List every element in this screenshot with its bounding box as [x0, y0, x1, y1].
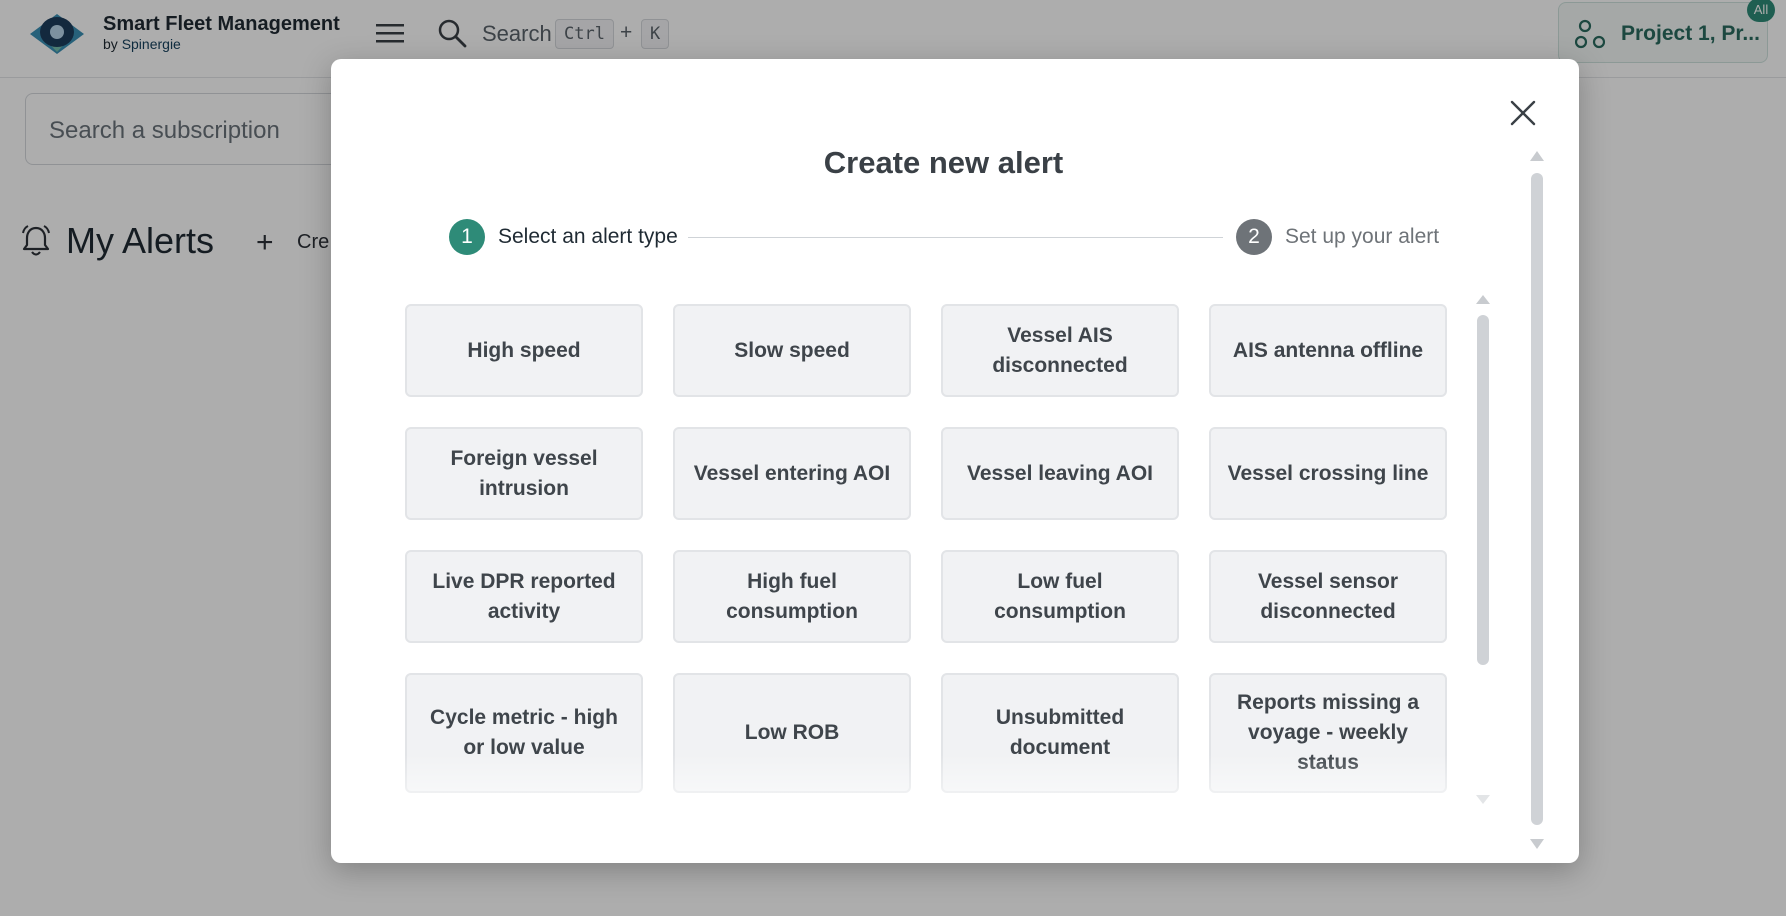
- alert-type-card[interactable]: AIS antenna offline: [1209, 304, 1447, 397]
- step-2-number: 2: [1236, 219, 1272, 255]
- alert-type-card[interactable]: Cycle metric - high or low value: [405, 673, 643, 793]
- alert-type-card[interactable]: Low fuel consumption: [941, 550, 1179, 643]
- alert-type-card[interactable]: Vessel AIS disconnected: [941, 304, 1179, 397]
- alert-type-grid: High speed Slow speed Vessel AIS disconn…: [405, 304, 1485, 854]
- alert-type-card[interactable]: Vessel entering AOI: [673, 427, 911, 520]
- alert-type-card[interactable]: Slow speed: [673, 304, 911, 397]
- alert-grid-scrollbar[interactable]: [1476, 295, 1490, 805]
- step-1-number: 1: [449, 219, 485, 255]
- modal-scrollbar[interactable]: [1530, 151, 1544, 851]
- alert-type-card[interactable]: Live DPR reported activity: [405, 550, 643, 643]
- alert-type-card[interactable]: Vessel crossing line: [1209, 427, 1447, 520]
- alert-type-card[interactable]: Vessel sensor disconnected: [1209, 550, 1447, 643]
- step-1-label: Select an alert type: [498, 225, 678, 248]
- step-2-label: Set up your alert: [1285, 225, 1440, 248]
- alert-type-card[interactable]: Unsubmitted document: [941, 673, 1179, 793]
- alert-type-card[interactable]: Foreign vessel intrusion: [405, 427, 643, 520]
- modal-title: Create new alert: [823, 145, 1064, 180]
- scroll-up-arrow-icon[interactable]: [1530, 151, 1544, 161]
- scroll-up-arrow-icon[interactable]: [1476, 295, 1490, 304]
- alert-type-card[interactable]: High speed: [405, 304, 643, 397]
- create-alert-modal: Create new alert 1 Select an alert type …: [331, 59, 1579, 863]
- scroll-down-arrow-icon[interactable]: [1530, 839, 1544, 849]
- close-icon[interactable]: [1507, 97, 1539, 129]
- stepper-connector: [688, 237, 1223, 238]
- scrollbar-thumb[interactable]: [1477, 315, 1489, 665]
- alert-type-card[interactable]: Low ROB: [673, 673, 911, 793]
- alert-type-card[interactable]: Reports missing a voyage - weekly status: [1209, 673, 1447, 793]
- stepper: 1 Select an alert type 2 Set up your ale…: [449, 218, 1449, 256]
- alert-type-card[interactable]: Vessel leaving AOI: [941, 427, 1179, 520]
- alert-type-card[interactable]: High fuel consumption: [673, 550, 911, 643]
- scrollbar-thumb[interactable]: [1531, 173, 1543, 825]
- scroll-down-arrow-icon[interactable]: [1476, 795, 1490, 804]
